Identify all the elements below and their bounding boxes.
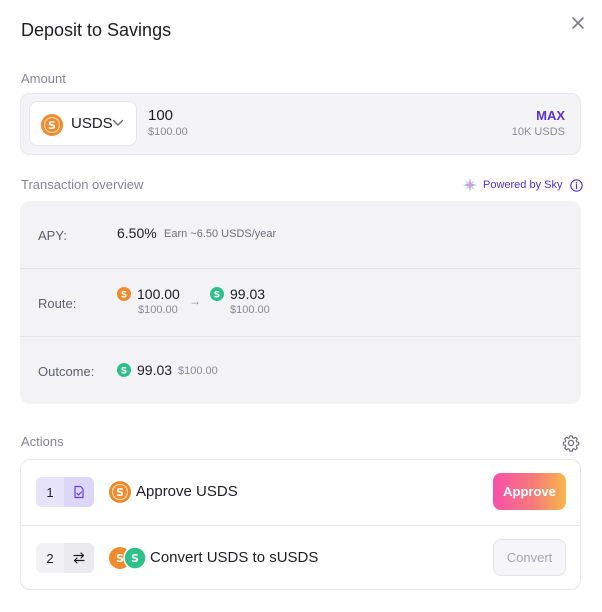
info-icon[interactable] (570, 178, 584, 192)
usds-coin-icon: S (41, 114, 63, 136)
outcome-row: Outcome: S 99.03 $100.00 (20, 336, 581, 403)
amount-input-box: S USDS 100 $100.00 MAX 10K USDS (20, 93, 581, 155)
route-label: Route: (38, 296, 77, 311)
outcome-amount: 99.03 (137, 362, 173, 378)
route-from-usd: $100.00 (138, 304, 178, 316)
actions-panel: 1 S Approve USDS Approve 2 S S Convert U… (20, 459, 581, 590)
transaction-overview-label: Transaction overview (21, 177, 144, 192)
apy-label: APY: (38, 228, 67, 243)
gear-icon[interactable] (562, 434, 580, 452)
transaction-overview-panel: APY: 6.50% Earn ~6.50 USDS/year Route: S… (20, 201, 581, 404)
svg-text:S: S (121, 291, 127, 301)
approve-button[interactable]: Approve (493, 473, 566, 510)
svg-text:S: S (116, 486, 124, 499)
outcome-usd: $100.00 (178, 365, 218, 377)
usds-coin-icon: S (109, 481, 131, 503)
actions-label: Actions (21, 434, 64, 449)
action-step-convert: 2 S S Convert USDS to sUSDS Convert (21, 525, 580, 590)
svg-text:S: S (214, 291, 220, 301)
step-indicator: 2 (36, 543, 94, 573)
svg-text:S: S (121, 367, 127, 377)
max-button[interactable]: MAX (536, 108, 565, 123)
sky-logo-icon (463, 178, 477, 192)
action-label: Approve USDS (136, 483, 238, 500)
approve-document-icon (64, 477, 94, 507)
susds-coin-icon: S (117, 363, 131, 377)
susds-coin-icon: S (210, 287, 224, 301)
route-arrow-icon: → (189, 294, 201, 308)
dialog-title: Deposit to Savings (21, 20, 172, 40)
step-indicator: 1 (36, 477, 94, 507)
amount-value[interactable]: 100 (148, 107, 173, 124)
apy-row: APY: 6.50% Earn ~6.50 USDS/year (20, 201, 581, 268)
route-to-usd: $100.00 (230, 304, 270, 316)
chevron-down-icon (112, 119, 124, 126)
svg-text:S: S (48, 119, 56, 132)
convert-button[interactable]: Convert (493, 539, 566, 576)
action-label: Convert USDS to sUSDS (150, 549, 319, 566)
close-icon[interactable] (569, 14, 587, 32)
powered-by-sky-link[interactable]: Powered by Sky (463, 177, 584, 193)
usds-susds-coin-pair-icon: S S (109, 547, 147, 569)
svg-text:S: S (131, 552, 139, 565)
apy-earnings-note: Earn ~6.50 USDS/year (164, 228, 277, 240)
amount-usd-value: $100.00 (148, 126, 188, 138)
token-symbol: USDS (71, 115, 113, 132)
swap-arrows-icon (64, 543, 94, 573)
token-balance: 10K USDS (511, 126, 565, 138)
usds-coin-icon: S (117, 287, 131, 301)
step-number: 2 (36, 543, 64, 573)
svg-text:S: S (116, 552, 124, 565)
outcome-label: Outcome: (38, 364, 95, 379)
apy-value: 6.50% (117, 225, 157, 241)
step-number: 1 (36, 477, 64, 507)
token-select[interactable]: S USDS (29, 101, 137, 146)
powered-by-label: Powered by Sky (483, 179, 563, 191)
route-to-amount: 99.03 (230, 286, 266, 302)
route-from-amount: 100.00 (137, 286, 180, 302)
amount-label: Amount (21, 71, 66, 86)
route-row: Route: S 100.00 $100.00 → S 99.03 $100.0… (20, 268, 581, 335)
action-step-approve: 1 S Approve USDS Approve (21, 460, 580, 525)
